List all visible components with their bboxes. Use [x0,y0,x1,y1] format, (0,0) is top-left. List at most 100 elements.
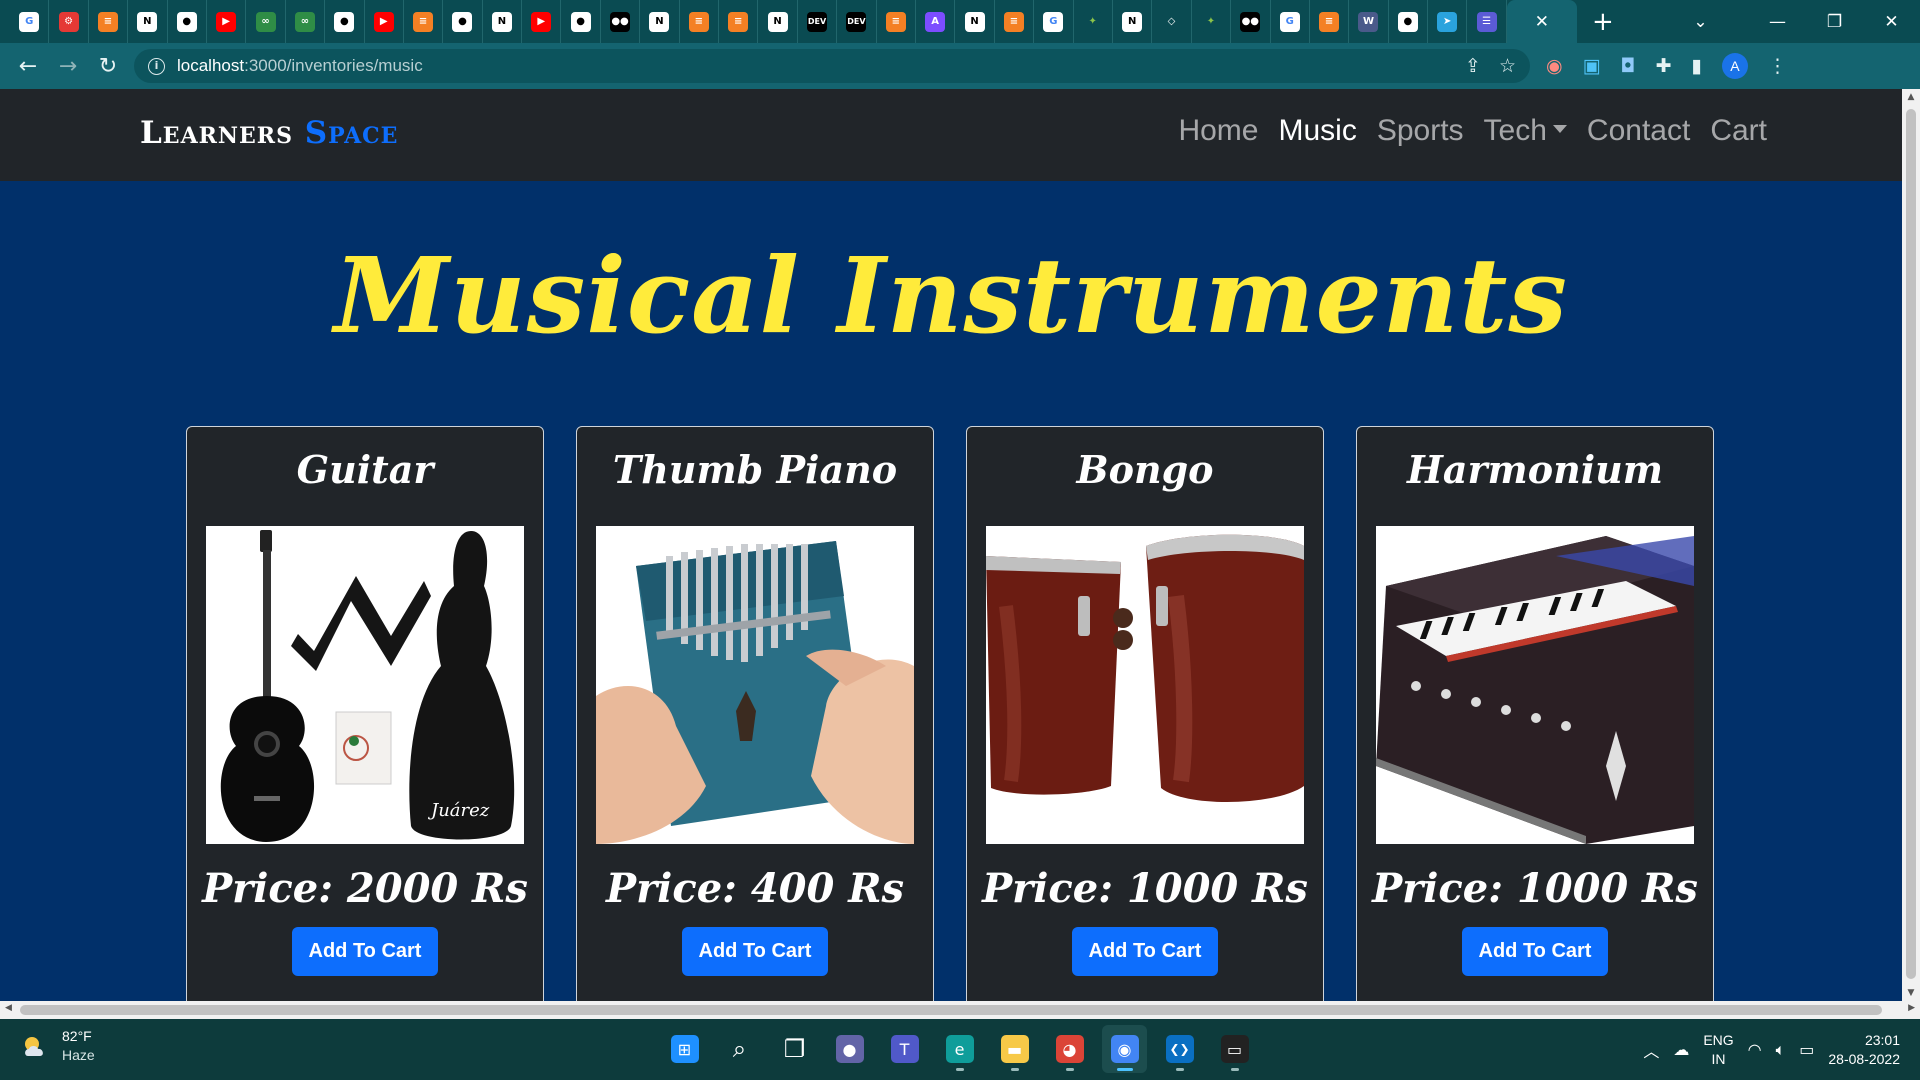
browser-tab[interactable]: ●● [1231,0,1271,43]
browser-tab[interactable]: ● [168,0,207,43]
github-icon: ● [334,11,355,32]
browser-tab[interactable]: ◇ [1152,0,1192,43]
show-hidden-icons-chevron-icon[interactable]: ︿ [1643,1038,1659,1062]
address-bar[interactable]: i localhost:3000/inventories/music ⇪ ☆ [134,49,1530,83]
add-to-cart-button[interactable]: Add To Cart [1072,927,1218,976]
taskbar-app[interactable]: T [882,1025,927,1073]
nav-link-music[interactable]: Music [1268,114,1366,148]
taskbar-app[interactable]: ▭ [1212,1025,1257,1073]
reload-button[interactable]: ↻ [88,46,128,86]
tab-search-chevron-icon[interactable]: ⌄ [1672,12,1729,32]
browser-tab[interactable]: ● [443,0,483,43]
url-text[interactable]: localhost:3000/inventories/music [177,56,423,76]
add-to-cart-button[interactable]: Add To Cart [292,927,438,976]
horizontal-scroll-thumb[interactable] [20,1005,1882,1015]
restore-button[interactable]: ❐ [1806,12,1863,32]
browser-tab[interactable]: ∞ [286,0,326,43]
extension-eyes-icon[interactable]: ◉ [1546,55,1563,77]
browser-tab[interactable]: ●● [601,0,641,43]
browser-menu-icon[interactable]: ⋮ [1768,55,1787,77]
browser-tab[interactable]: N [955,0,995,43]
product-card-thumb-piano: Thumb Piano Price: 400 Rs Add To Cart [576,426,934,1001]
taskbar-app[interactable]: e [937,1025,982,1073]
browser-tab[interactable]: ≡ [1310,0,1350,43]
browser-tab[interactable]: ⚙ [49,0,89,43]
scroll-up-arrow-icon[interactable]: ▲ [1902,92,1920,102]
scroll-right-arrow-icon[interactable]: ▶ [1908,1003,1915,1013]
nav-link-tech[interactable]: Tech [1474,114,1577,148]
back-button[interactable]: ← [8,46,48,86]
weather-widget[interactable]: 82°F Haze [20,1027,95,1065]
add-to-cart-button[interactable]: Add To Cart [682,927,828,976]
browser-tab[interactable]: ≡ [89,0,129,43]
taskbar-app[interactable]: ❐ [772,1025,817,1073]
bookmark-star-icon[interactable]: ☆ [1499,55,1516,77]
browser-tab[interactable]: ≡ [404,0,444,43]
minimize-button[interactable]: — [1749,12,1806,32]
scroll-left-arrow-icon[interactable]: ◀ [5,1003,12,1013]
onedrive-cloud-icon[interactable]: ☁ [1673,1040,1689,1059]
close-window-button[interactable]: ✕ [1863,12,1920,32]
browser-tab-active[interactable]: ✕ [1506,0,1577,43]
scroll-down-arrow-icon[interactable]: ▼ [1902,988,1920,998]
browser-tab[interactable]: ➤ [1428,0,1468,43]
close-tab-icon[interactable]: ✕ [1535,12,1549,32]
share-icon[interactable]: ⇪ [1465,55,1481,77]
profile-avatar[interactable]: A [1721,53,1748,79]
browser-tab[interactable]: G [1034,0,1074,43]
site-info-icon[interactable]: i [148,57,165,75]
browser-tab[interactable]: ∞ [246,0,286,43]
browser-tab[interactable]: ≡ [680,0,720,43]
browser-tab[interactable]: N [1113,0,1153,43]
clock[interactable]: 23:01 28-08-2022 [1828,1031,1900,1069]
browser-tab[interactable]: ▶ [207,0,247,43]
nav-link-sports[interactable]: Sports [1367,114,1474,148]
browser-tab[interactable]: W [1349,0,1389,43]
taskbar-app[interactable]: ◕ [1047,1025,1092,1073]
forward-button[interactable]: → [48,46,88,86]
taskbar-app[interactable]: ❮❯ [1157,1025,1202,1073]
extensions-puzzle-icon[interactable]: ✚ [1656,55,1672,77]
taskbar-app[interactable]: ▬ [992,1025,1037,1073]
nav-link-cart[interactable]: Cart [1700,114,1777,148]
input-language[interactable]: ENG IN [1703,1031,1733,1069]
browser-tab[interactable]: ☰ [1467,0,1507,43]
browser-tab[interactable]: ≡ [877,0,916,43]
add-to-cart-button[interactable]: Add To Cart [1462,927,1608,976]
browser-tab[interactable]: N [483,0,523,43]
browser-tab[interactable]: ▶ [522,0,562,43]
taskbar-app[interactable]: ◉ [1102,1025,1147,1073]
nav-link-contact[interactable]: Contact [1577,114,1700,148]
browser-tab[interactable]: DEV [798,0,838,43]
taskbar-app[interactable]: ⊞ [662,1025,707,1073]
taskbar-app[interactable]: ● [827,1025,872,1073]
volume-icon[interactable]: 🔈︎ [1776,1040,1786,1060]
browser-tab[interactable]: G [1271,0,1310,43]
browser-tab[interactable]: ✦ [1074,0,1113,43]
horizontal-scrollbar[interactable]: ◀ ▶ [0,1001,1920,1019]
browser-tab[interactable]: DEV [837,0,877,43]
extension-screen-icon[interactable]: ◘ [1621,55,1636,77]
browser-tab[interactable]: ≡ [995,0,1035,43]
new-tab-button[interactable]: + [1583,7,1623,37]
browser-tab[interactable]: A [916,0,956,43]
extension-cast-icon[interactable]: ▣ [1583,55,1601,77]
site-brand[interactable]: Learners Space [140,115,398,151]
side-panel-icon[interactable]: ▮ [1692,55,1702,77]
nav-link-home[interactable]: Home [1168,114,1268,148]
browser-tab[interactable]: ● [561,0,601,43]
browser-tab[interactable]: N [758,0,798,43]
browser-tab[interactable]: ▶ [365,0,404,43]
browser-tab[interactable]: ≡ [719,0,759,43]
vertical-scrollbar[interactable]: ▲ ▼ [1902,89,1920,1001]
taskbar-app[interactable]: ⌕ [717,1025,762,1073]
browser-tab[interactable]: N [128,0,168,43]
browser-tab[interactable]: ● [325,0,365,43]
wifi-icon[interactable]: ◠ [1748,1040,1762,1059]
browser-tab[interactable]: ● [1389,0,1429,43]
browser-tab[interactable]: N [640,0,680,43]
browser-tab[interactable]: ✦ [1192,0,1232,43]
browser-tab[interactable]: G [10,0,50,43]
vertical-scroll-thumb[interactable] [1906,109,1916,979]
battery-icon[interactable]: ▭ [1799,1040,1814,1059]
